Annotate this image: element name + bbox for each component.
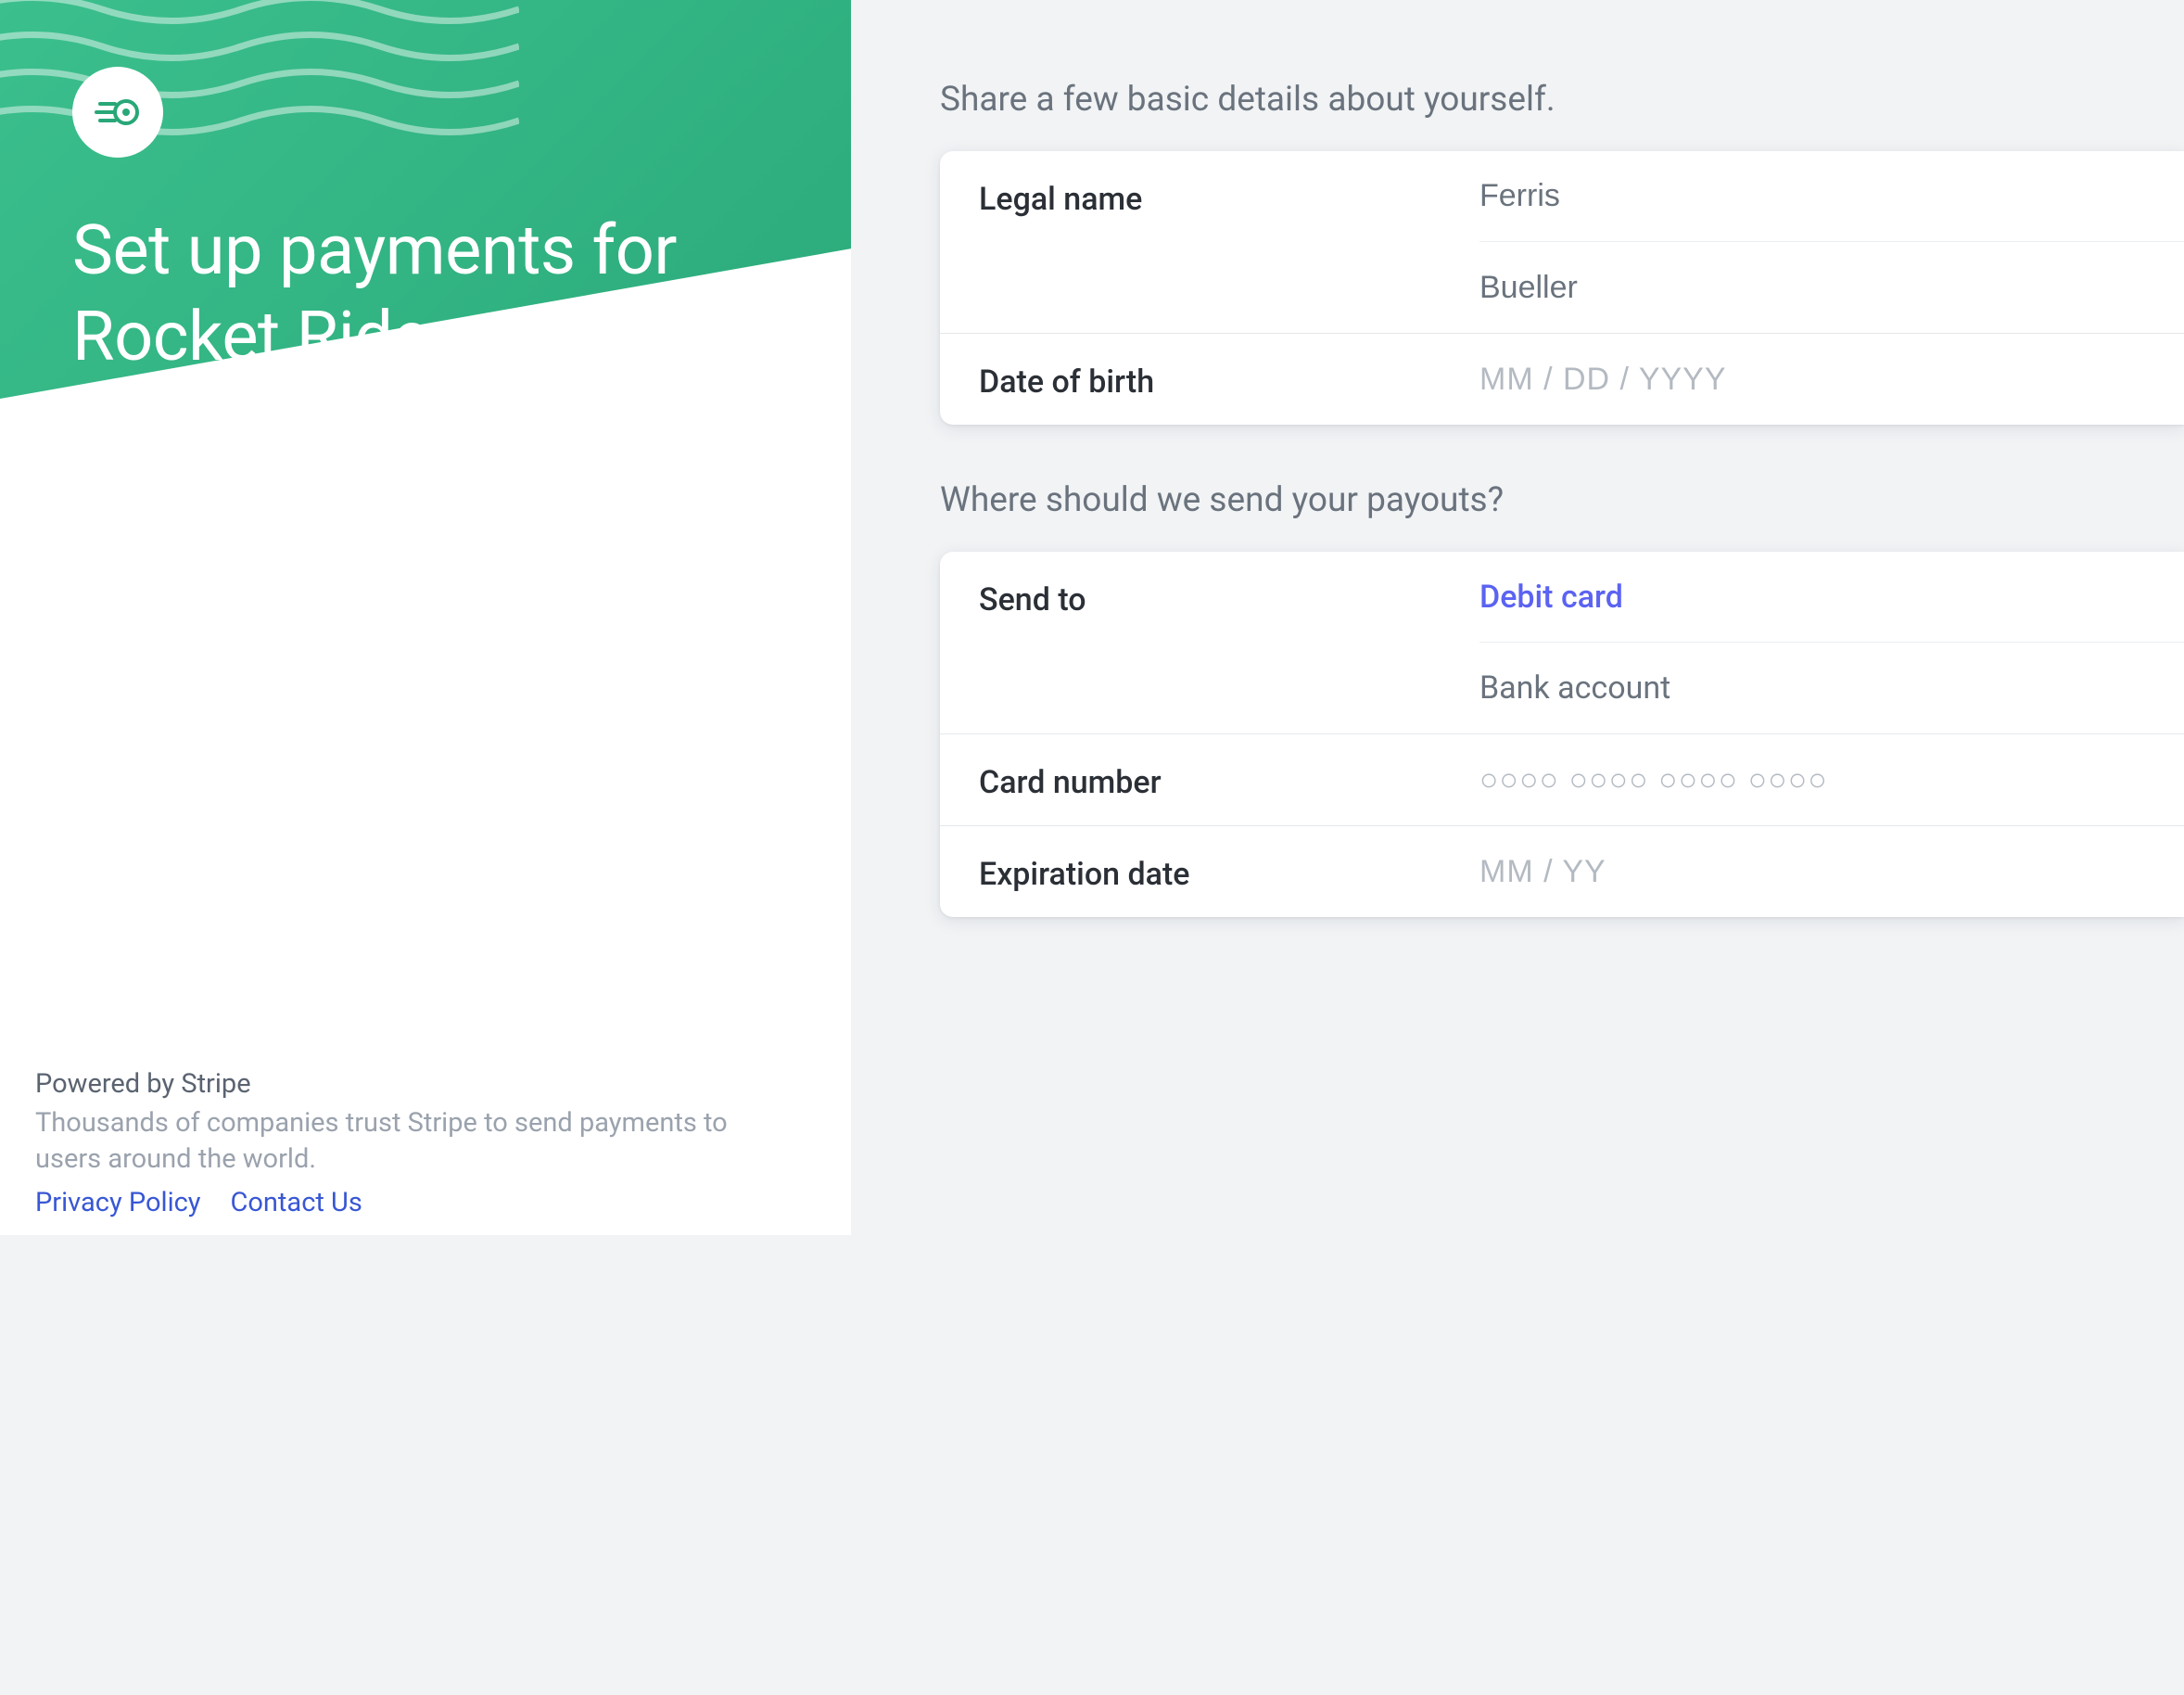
payouts-card: Send to Debit card Bank account Card num… [940, 552, 2184, 917]
send-to-label: Send to [940, 552, 1479, 733]
hero-title: Set up payments for Rocket Rides [72, 209, 814, 380]
last-name-input[interactable] [1479, 270, 2164, 306]
powered-by: Powered by Stripe [35, 1068, 758, 1100]
footer-links: Privacy Policy Contact Us [35, 1187, 758, 1218]
brand-logo [72, 67, 163, 158]
option-bank-account[interactable]: Bank account [1479, 669, 1670, 707]
left-pane: Set up payments for Rocket Rides Powered… [0, 0, 851, 1235]
dob-label: Date of birth [940, 334, 1479, 425]
expiration-row: Expiration date [940, 826, 2184, 917]
footer: Powered by Stripe Thousands of companies… [35, 1068, 758, 1218]
first-name-input[interactable] [1479, 178, 2164, 214]
rocket-icon [95, 89, 141, 135]
dob-row: Date of birth [940, 334, 2184, 425]
toggle-indicator [2034, 574, 2164, 620]
section-title-details: Share a few basic details about yourself… [940, 80, 2184, 120]
section-title-payouts: Where should we send your payouts? [940, 480, 2184, 520]
legal-name-label: Legal name [940, 151, 1479, 333]
privacy-policy-link[interactable]: Privacy Policy [35, 1187, 201, 1218]
contact-us-link[interactable]: Contact Us [231, 1187, 362, 1218]
send-to-row: Send to Debit card Bank account [940, 552, 2184, 734]
card-number-label: Card number [940, 734, 1479, 825]
card-number-input[interactable] [1479, 762, 2164, 798]
expiration-input[interactable] [1479, 854, 2164, 890]
right-pane: Share a few basic details about yourself… [851, 0, 2184, 1235]
option-debit-card[interactable]: Debit card [1479, 579, 1623, 616]
card-number-row: Card number [940, 734, 2184, 826]
details-card: Legal name Date of birth [940, 151, 2184, 425]
legal-name-row: Legal name [940, 151, 2184, 334]
expiration-label: Expiration date [940, 826, 1479, 917]
powered-description: Thousands of companies trust Stripe to s… [35, 1105, 758, 1178]
dob-input[interactable] [1479, 362, 2164, 398]
